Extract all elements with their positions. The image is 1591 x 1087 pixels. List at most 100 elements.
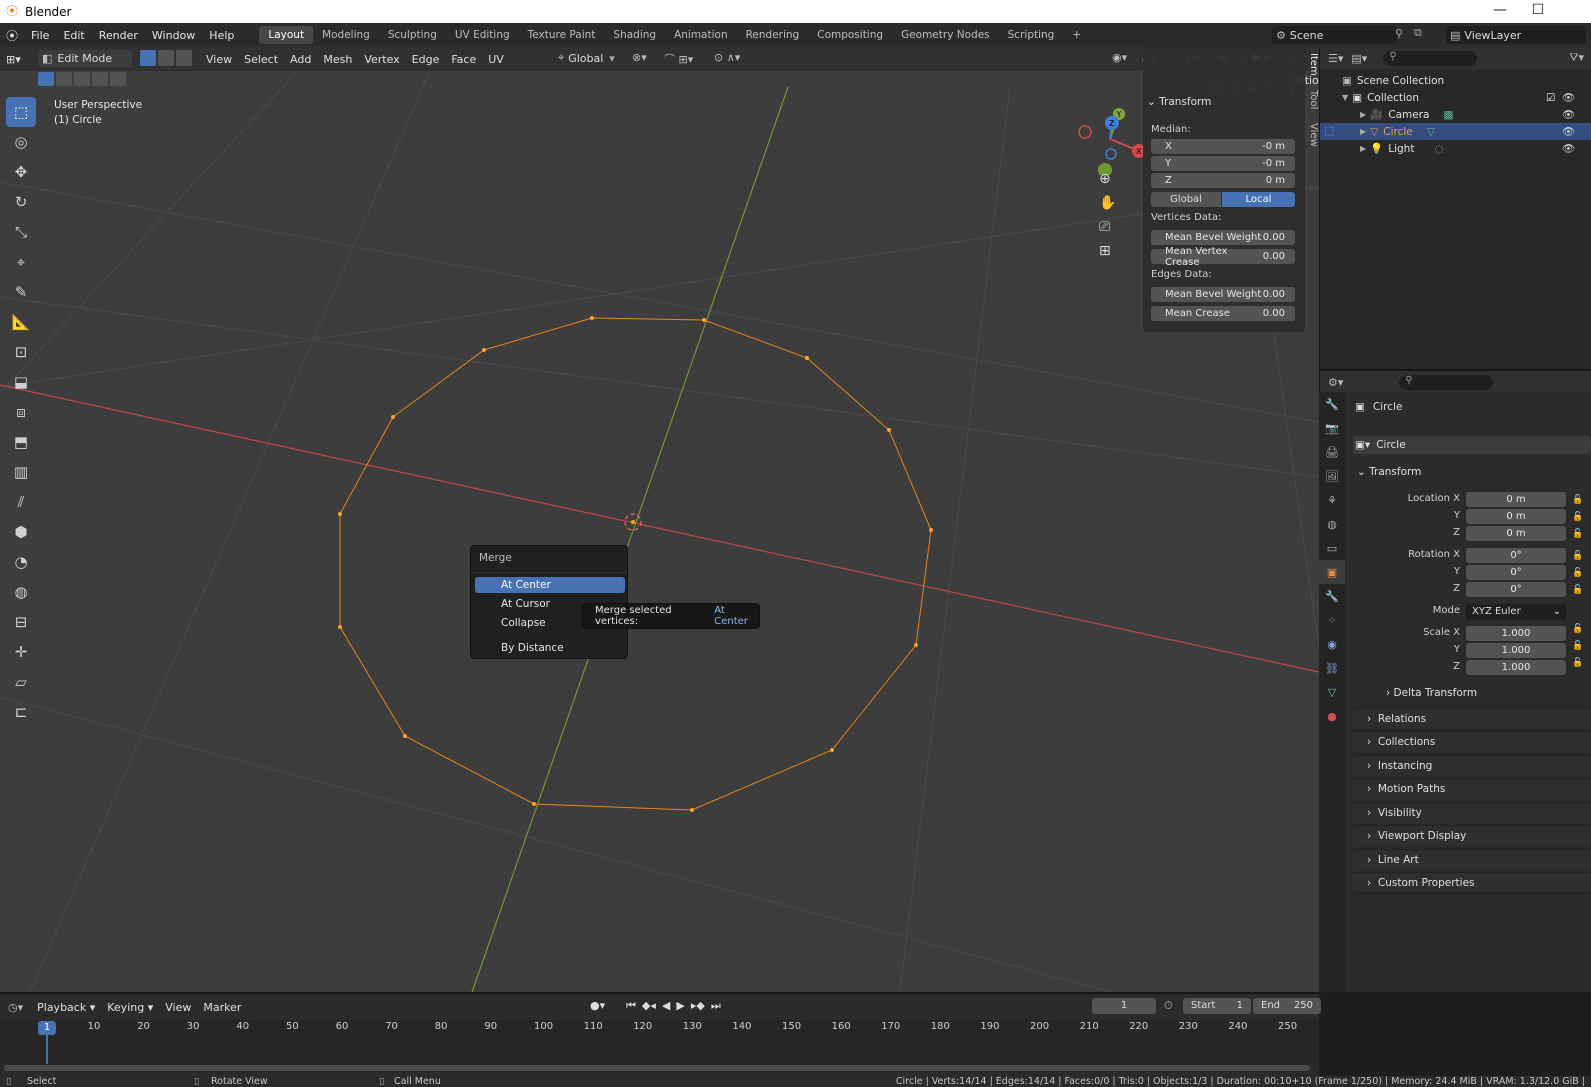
loop-cut-tool-icon[interactable]: ▥: [6, 457, 36, 487]
knife-tool-icon[interactable]: ⫽: [6, 487, 36, 517]
next-keyframe-icon[interactable]: ▸◆: [691, 999, 705, 1013]
viewlayer-selector[interactable]: ▤ ViewLayer: [1446, 26, 1586, 44]
checkbox-icon[interactable]: ☑: [1546, 92, 1555, 104]
viewport-display-section[interactable]: › Viewport Display: [1353, 825, 1591, 846]
playhead-frame-badge[interactable]: 1: [38, 1021, 56, 1035]
transform-section-header[interactable]: ⌄ Transform: [1357, 466, 1421, 478]
tab-layout[interactable]: Layout: [259, 26, 314, 44]
line-art-section[interactable]: › Line Art: [1353, 849, 1591, 870]
outliner-item-camera[interactable]: ▶ 🎥 Camera ▩ 👁: [1320, 106, 1591, 123]
add-cube-tool-icon[interactable]: ⊡: [6, 337, 36, 367]
select-subtract-icon[interactable]: [74, 72, 90, 86]
merge-at-center-item[interactable]: At Center: [475, 577, 625, 593]
current-frame-field[interactable]: 1: [1092, 998, 1156, 1014]
expand-arrow-icon[interactable]: ▶: [1360, 110, 1366, 119]
scene-collection-row[interactable]: ▣ Scene Collection: [1320, 72, 1591, 89]
edge-crease-field[interactable]: Mean Crease 0.00: [1151, 306, 1295, 321]
menu-mesh[interactable]: Mesh: [317, 51, 358, 68]
edge-bevel-weight-field[interactable]: Mean Bevel Weight 0.00: [1151, 287, 1295, 302]
tab-item[interactable]: Item: [1308, 50, 1319, 79]
world-tab-icon[interactable]: ◍: [1319, 512, 1345, 536]
minimize-button[interactable]: —: [1480, 2, 1520, 18]
tab-texture-paint[interactable]: Texture Paint: [519, 26, 605, 44]
jump-end-icon[interactable]: ⏭: [711, 999, 721, 1013]
lock-icon[interactable]: 🔓: [1572, 565, 1583, 582]
proportional-edit-icon[interactable]: ⊙ ∧▾: [714, 51, 740, 64]
stopwatch-icon[interactable]: ⏱: [1164, 999, 1173, 1013]
render-tab-icon[interactable]: 📷: [1319, 416, 1345, 440]
3d-viewport[interactable]: ⊞ ▾ ◧ Edit Mode View Select Add Mesh Vert…: [0, 47, 1319, 992]
transform-orientation[interactable]: ⌖ Global ▾: [558, 51, 615, 65]
local-toggle[interactable]: Local: [1222, 192, 1295, 207]
select-new-icon[interactable]: [38, 72, 54, 86]
scale-tool-icon[interactable]: ⤡: [6, 217, 36, 247]
inset-tool-icon[interactable]: ⧈: [6, 397, 36, 427]
play-reverse-icon[interactable]: ◀: [662, 999, 670, 1013]
blender-menu-icon[interactable]: ⦿: [0, 27, 24, 44]
tab-tool[interactable]: Tool: [1308, 87, 1319, 112]
select-invert-icon[interactable]: [92, 72, 108, 86]
camera-view-icon[interactable]: ⎚: [1099, 219, 1116, 235]
lock-icon[interactable]: 🔓: [1572, 582, 1583, 599]
maximize-button[interactable]: ☐: [1518, 2, 1558, 18]
eye-icon[interactable]: 👁: [1562, 142, 1575, 155]
timeline-editor-icon[interactable]: ◷▾: [0, 1001, 31, 1014]
navigation-gizmo[interactable]: Y Z X: [1067, 105, 1147, 175]
output-tab-icon[interactable]: 🖨: [1319, 440, 1345, 464]
rotation-mode-select[interactable]: XYZ Euler ⌄: [1466, 604, 1566, 620]
tab-rendering[interactable]: Rendering: [737, 26, 809, 44]
tab-animation[interactable]: Animation: [665, 26, 737, 44]
menu-playback[interactable]: Playback ▾: [31, 999, 101, 1016]
end-frame-field[interactable]: End 250: [1253, 998, 1321, 1014]
tab-modeling[interactable]: Modeling: [313, 26, 379, 44]
menu-select[interactable]: Select: [238, 51, 284, 68]
vertex-crease-field[interactable]: Mean Vertex Crease 0.00: [1151, 246, 1295, 268]
editor-type-icon[interactable]: ☰▾: [1320, 52, 1351, 65]
bevel-tool-icon[interactable]: ⬒: [6, 427, 36, 457]
lock-icon[interactable]: 🔓: [1572, 526, 1583, 543]
light-data-icon[interactable]: ◌: [1434, 143, 1443, 155]
data-tab-icon[interactable]: ▽: [1319, 680, 1345, 704]
object-name-field[interactable]: ▣▾ Circle: [1353, 436, 1591, 454]
outliner-item-light[interactable]: ▶ 💡 Light ◌ 👁: [1320, 140, 1591, 157]
modifier-tab-icon[interactable]: 🔧: [1319, 584, 1345, 608]
new-scene-icon[interactable]: ⧉: [1414, 26, 1422, 40]
select-extend-icon[interactable]: [56, 72, 72, 86]
eye-icon[interactable]: 👁: [1562, 108, 1575, 121]
rotation-x-field[interactable]: 0°: [1466, 548, 1566, 563]
custom-properties-section[interactable]: › Custom Properties: [1353, 872, 1591, 893]
menu-face[interactable]: Face: [445, 51, 482, 68]
outliner-search-input[interactable]: ⚲: [1383, 50, 1478, 66]
tab-geometry-nodes[interactable]: Geometry Nodes: [892, 26, 999, 44]
extrude-tool-icon[interactable]: ⬓: [6, 367, 36, 397]
lock-icon[interactable]: 🔓: [1572, 621, 1583, 638]
location-x-field[interactable]: 0 m: [1466, 492, 1566, 507]
scale-z-field[interactable]: 1.000: [1466, 660, 1566, 675]
median-x-field[interactable]: X -0 m: [1151, 139, 1295, 154]
tool-tab-icon[interactable]: 🔧: [1319, 392, 1345, 416]
select-intersect-icon[interactable]: [110, 72, 126, 86]
scene-selector[interactable]: ⚙ Scene: [1272, 26, 1397, 44]
rotation-y-field[interactable]: 0°: [1466, 565, 1566, 580]
camera-data-icon[interactable]: ▩: [1443, 109, 1453, 121]
lock-icon[interactable]: 🔓: [1572, 509, 1583, 526]
collection-tab-icon[interactable]: ▭: [1319, 536, 1345, 560]
tab-shading[interactable]: Shading: [604, 26, 665, 44]
timeline-scrollbar[interactable]: [4, 1065, 1310, 1071]
tab-sculpting[interactable]: Sculpting: [379, 26, 446, 44]
median-z-field[interactable]: Z 0 m: [1151, 173, 1295, 188]
expand-arrow-icon[interactable]: ▶: [1360, 127, 1366, 136]
menu-uv[interactable]: UV: [482, 51, 510, 68]
outliner-item-circle[interactable]: ▶ ▽ Circle ▽ 👁: [1320, 123, 1591, 140]
lock-icon[interactable]: 🔓: [1572, 492, 1583, 509]
expand-arrow-icon[interactable]: ▼: [1342, 93, 1348, 102]
mode-selector[interactable]: ◧ Edit Mode: [38, 50, 132, 67]
cursor-tool-icon[interactable]: ◎: [6, 127, 36, 157]
delta-transform-header[interactable]: › Delta Transform: [1386, 687, 1477, 699]
rotation-z-field[interactable]: 0°: [1466, 582, 1566, 597]
tab-uv-editing[interactable]: UV Editing: [446, 26, 519, 44]
eye-icon[interactable]: 👁: [1562, 91, 1575, 104]
lock-icon[interactable]: 🔓: [1572, 638, 1583, 655]
material-tab-icon[interactable]: ●: [1319, 704, 1345, 728]
record-icon[interactable]: ●▾: [590, 999, 605, 1012]
